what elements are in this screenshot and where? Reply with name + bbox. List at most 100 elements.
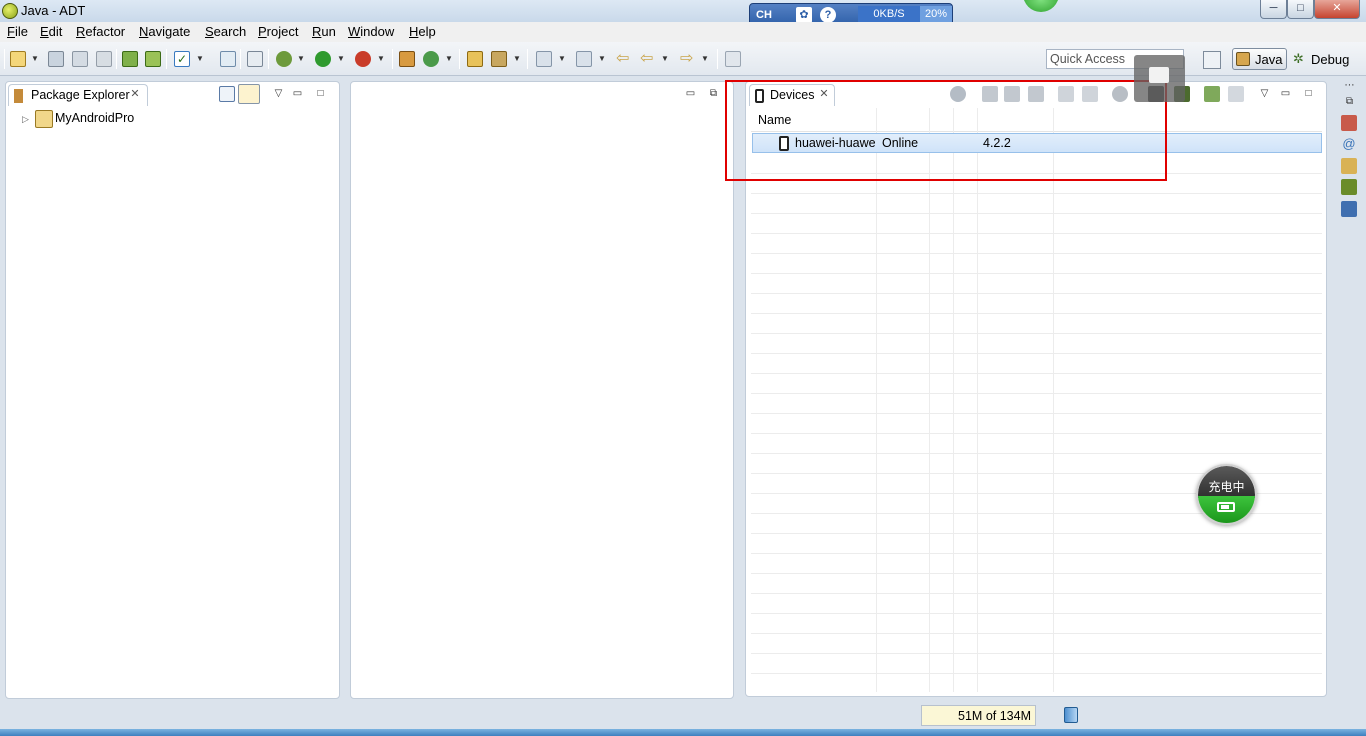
usb-connection-overlay[interactable] [1134,55,1185,102]
debug-perspective-label[interactable]: Debug [1311,52,1349,67]
save-icon[interactable] [48,51,64,67]
battery-icon [1217,502,1235,512]
tree-expand-icon[interactable]: ▷ [22,114,30,124]
restore-view-icon[interactable]: ⧉ [707,87,720,100]
view-menu-icon[interactable]: ▽ [1258,87,1271,100]
run-icon[interactable] [315,51,331,67]
trim-menu-icon[interactable]: ⋯ [1343,79,1356,92]
column-divider [953,108,954,692]
chevron-down-icon[interactable]: ▼ [701,53,709,65]
right-trim-stack: ⋯ ⧉ @ [1337,79,1361,221]
systrace-icon[interactable] [1204,86,1220,102]
restore-view-icon[interactable]: ⧉ [1343,95,1356,108]
highlight-box [725,80,1167,181]
minimize-view-icon[interactable]: ▭ [684,87,697,100]
open-perspective-icon[interactable] [1203,51,1221,69]
java-perspective-label: Java [1255,52,1283,67]
chevron-down-icon[interactable]: ▼ [558,53,566,65]
menu-edit[interactable]: Edit [40,24,62,39]
console-icon[interactable] [1341,201,1357,217]
declaration-icon[interactable] [1341,158,1357,174]
row-divider [751,553,1322,554]
menu-file[interactable]: File [7,24,28,39]
coverage-icon[interactable] [355,51,371,67]
heap-status[interactable]: 51M of 134M [921,705,1036,726]
title-bar: Java - ADT ─ □ ✕ [0,0,1366,22]
chevron-down-icon[interactable]: ▼ [513,53,521,65]
menu-refactor[interactable]: Refactor [76,24,125,39]
maximize-button[interactable]: □ [1287,0,1314,19]
problems-icon[interactable] [1341,115,1357,131]
maximize-view-icon[interactable]: □ [1302,87,1315,100]
heap-status-label: 51M of 134M [958,709,1031,723]
chevron-down-icon[interactable]: ▼ [377,53,385,65]
menu-window[interactable]: Window [348,24,394,39]
row-divider [751,573,1322,574]
menu-project[interactable]: Project [258,24,298,39]
new-class-icon[interactable] [423,51,439,67]
menu-run[interactable]: Run [312,24,336,39]
chevron-down-icon[interactable]: ▼ [445,53,453,65]
android-sdk-manager-icon[interactable] [122,51,138,67]
toolbar-separator [240,49,241,69]
debug-perspective-icon[interactable]: ✲ [1293,52,1307,66]
java-perspective-button[interactable]: Java [1232,48,1287,70]
minimize-view-icon[interactable]: ▭ [291,87,304,100]
row-divider [751,653,1322,654]
minimize-view-icon[interactable]: ▭ [1279,87,1292,100]
pin-editor-icon[interactable] [725,51,741,67]
ime-language-toggle[interactable]: CH [756,7,792,23]
chevron-down-icon[interactable]: ▼ [196,53,204,65]
back-icon[interactable]: ⇦ [640,51,656,67]
garbage-collect-icon[interactable] [1064,707,1078,723]
window-title: Java - ADT [21,3,86,18]
help-icon[interactable]: ? [820,7,836,23]
forward-icon[interactable]: ⇨ [680,51,696,67]
close-button[interactable]: ✕ [1314,0,1360,19]
tab-package-explorer[interactable]: Package Explorer ✕ [8,84,148,106]
next-annotation-icon[interactable] [536,51,552,67]
avd-manager-icon[interactable] [145,51,161,67]
row-divider [751,373,1322,374]
chevron-down-icon[interactable]: ▼ [31,53,39,65]
view-menu-icon[interactable]: ▽ [272,87,285,100]
row-divider [751,253,1322,254]
debug-icon[interactable] [276,51,292,67]
menu-search[interactable]: Search [205,24,246,39]
menu-help[interactable]: Help [409,24,436,39]
print-icon[interactable] [96,51,112,67]
skip-breakpoints-icon[interactable] [247,51,263,67]
collapse-all-icon[interactable] [219,86,235,102]
checkbox-icon[interactable]: ✓ [174,51,190,67]
toolbar-separator [527,49,528,69]
new-wizard-icon[interactable] [10,51,26,67]
row-divider [751,333,1322,334]
maximize-view-icon[interactable]: □ [314,87,327,100]
new-java-project-icon[interactable] [399,51,415,67]
package-explorer-icon [14,89,23,103]
lint-icon[interactable] [220,51,236,67]
chevron-down-icon[interactable]: ▼ [661,53,669,65]
tab-package-explorer-label: Package Explorer [31,88,130,102]
last-edit-icon[interactable]: ⇦ [616,51,632,67]
prev-annotation-icon[interactable] [576,51,592,67]
search-icon[interactable] [491,51,507,67]
javadoc-icon[interactable]: @ [1341,136,1357,152]
ime-paw-icon[interactable]: ✿ [796,7,812,23]
logcat-icon[interactable] [1341,179,1357,195]
tree-item-project[interactable]: MyAndroidPro [55,111,134,125]
minimize-button[interactable]: ─ [1260,0,1287,19]
charging-badge-top: 充电中 [1198,466,1255,498]
menu-navigate[interactable]: Navigate [139,24,190,39]
chevron-down-icon[interactable]: ▼ [598,53,606,65]
opengl-trace-icon[interactable] [1228,86,1244,102]
column-divider [929,108,930,692]
open-type-icon[interactable] [467,51,483,67]
link-with-editor-icon[interactable] [238,84,260,104]
row-divider [751,593,1322,594]
close-icon[interactable]: ✕ [129,88,141,100]
charging-badge[interactable]: 充电中 [1196,464,1257,525]
chevron-down-icon[interactable]: ▼ [337,53,345,65]
save-all-icon[interactable] [72,51,88,67]
chevron-down-icon[interactable]: ▼ [297,53,305,65]
